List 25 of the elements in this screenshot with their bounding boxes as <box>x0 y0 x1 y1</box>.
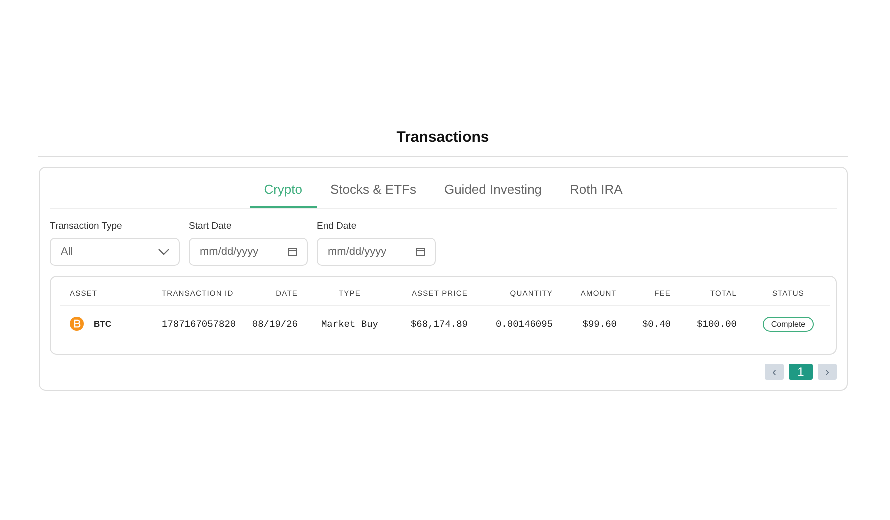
table-cell-text: Market Buy <box>320 318 380 332</box>
tab[interactable]: Roth IRA <box>556 172 637 208</box>
table-cell-text: $100.00 <box>696 318 738 332</box>
tab[interactable]: Stocks & ETFs <box>316 172 430 208</box>
table-cell-text: $0.40 <box>641 318 672 332</box>
field-label: Start Date <box>189 221 233 232</box>
tab[interactable]: Guided Investing <box>430 172 556 208</box>
coin-icon <box>70 317 84 331</box>
field-label: Transaction Type <box>50 221 124 232</box>
table-cell-text: $99.60 <box>582 318 618 332</box>
date-field[interactable]: mm/dd/yyyy <box>189 238 308 266</box>
table-cell-text: 08/19/26 <box>252 318 299 332</box>
page-button[interactable]: 1 <box>789 364 813 380</box>
date-field[interactable]: mm/dd/yyyy <box>317 238 436 266</box>
select-field[interactable]: All <box>50 238 180 266</box>
table-cell-text: $68,174.89 <box>410 318 469 332</box>
page-title: Transactions <box>38 129 848 157</box>
field-label: End Date <box>317 221 358 232</box>
asset-symbol: BTC <box>94 319 112 329</box>
table-cell-text: 0.00146095 <box>494 318 554 332</box>
calendar-icon <box>288 247 298 257</box>
calendar-icon <box>416 247 426 257</box>
status-badge: Complete <box>763 316 814 332</box>
chevron-down-icon <box>158 248 170 256</box>
table-cell-text: 1787167057820 <box>161 318 238 332</box>
